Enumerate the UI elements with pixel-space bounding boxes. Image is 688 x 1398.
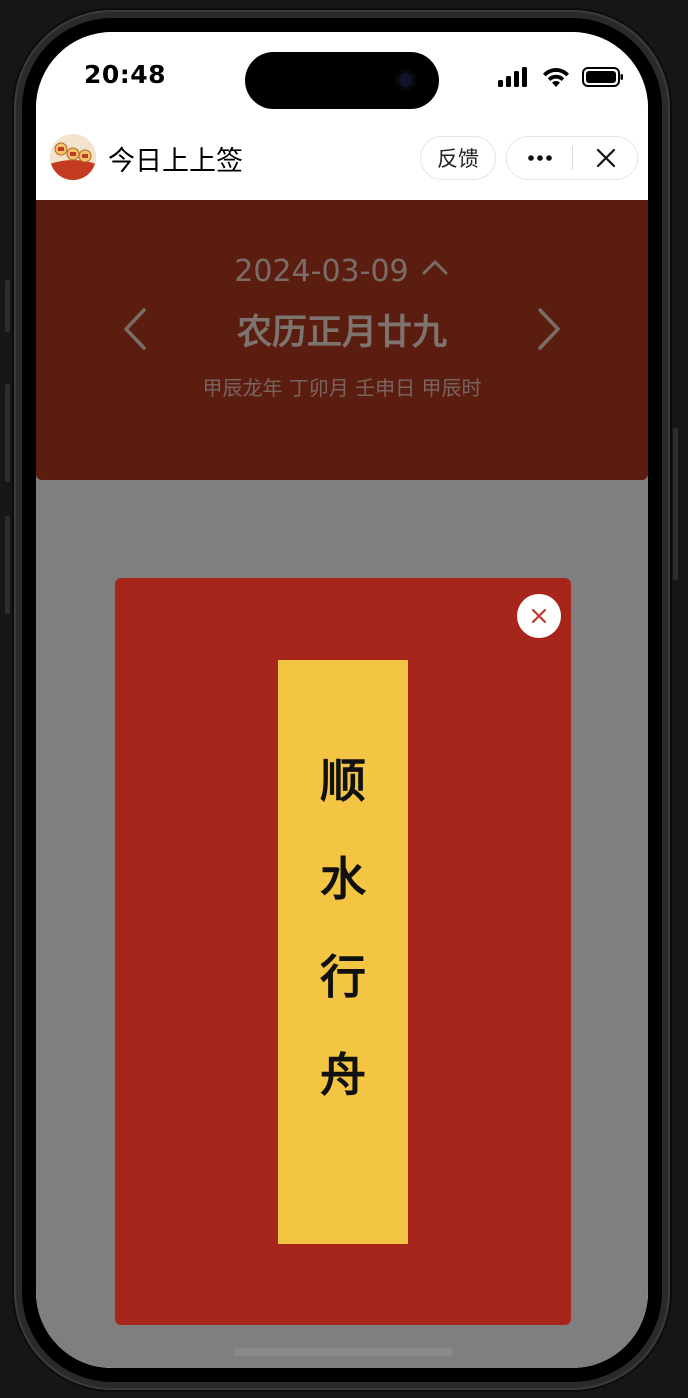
status-bar: 20:48: [36, 32, 648, 124]
power-button: [673, 428, 678, 580]
menu-capsule: [506, 136, 638, 180]
battery-icon: [582, 66, 623, 87]
feedback-button[interactable]: 反馈: [420, 136, 496, 180]
wifi-icon: [543, 68, 569, 87]
close-icon: [596, 148, 615, 168]
close-mini-program-button[interactable]: [573, 137, 638, 179]
signal-icon: [498, 66, 527, 87]
sign-text: 顺 水 行 舟: [278, 748, 408, 1140]
fortune-modal: 顺 水 行 舟: [115, 578, 571, 1325]
volume-down-button: [5, 516, 10, 614]
sign-char: 行: [320, 950, 366, 1004]
app-logo: [50, 134, 96, 180]
modal-close-button[interactable]: [517, 594, 561, 638]
status-icons: [498, 66, 624, 87]
sign-char: 水: [320, 852, 366, 906]
sign-char: 舟: [320, 1048, 366, 1102]
more-button[interactable]: [507, 137, 572, 179]
page-content: 2024-03-09 农历正月廿九 甲辰龙年 丁卯月 壬申日 甲辰时: [36, 200, 648, 1368]
sign-char: 顺: [320, 754, 366, 808]
mini-program-nav-bar: 今日上上签 反馈: [36, 124, 648, 200]
phone-screen: 20:48 今日上上签 反馈 顺 水 行 舟: [36, 32, 648, 1368]
home-indicator[interactable]: [233, 1348, 453, 1356]
camera-icon: [395, 69, 417, 91]
fortune-sign: 顺 水 行 舟: [278, 660, 408, 1244]
app-title: 今日上上签: [108, 146, 243, 177]
close-icon: [531, 608, 547, 624]
action-button: [5, 280, 10, 332]
status-time: 20:48: [84, 60, 167, 89]
more-dots-icon: [527, 155, 552, 161]
volume-up-button: [5, 384, 10, 482]
dynamic-island: [245, 52, 439, 109]
